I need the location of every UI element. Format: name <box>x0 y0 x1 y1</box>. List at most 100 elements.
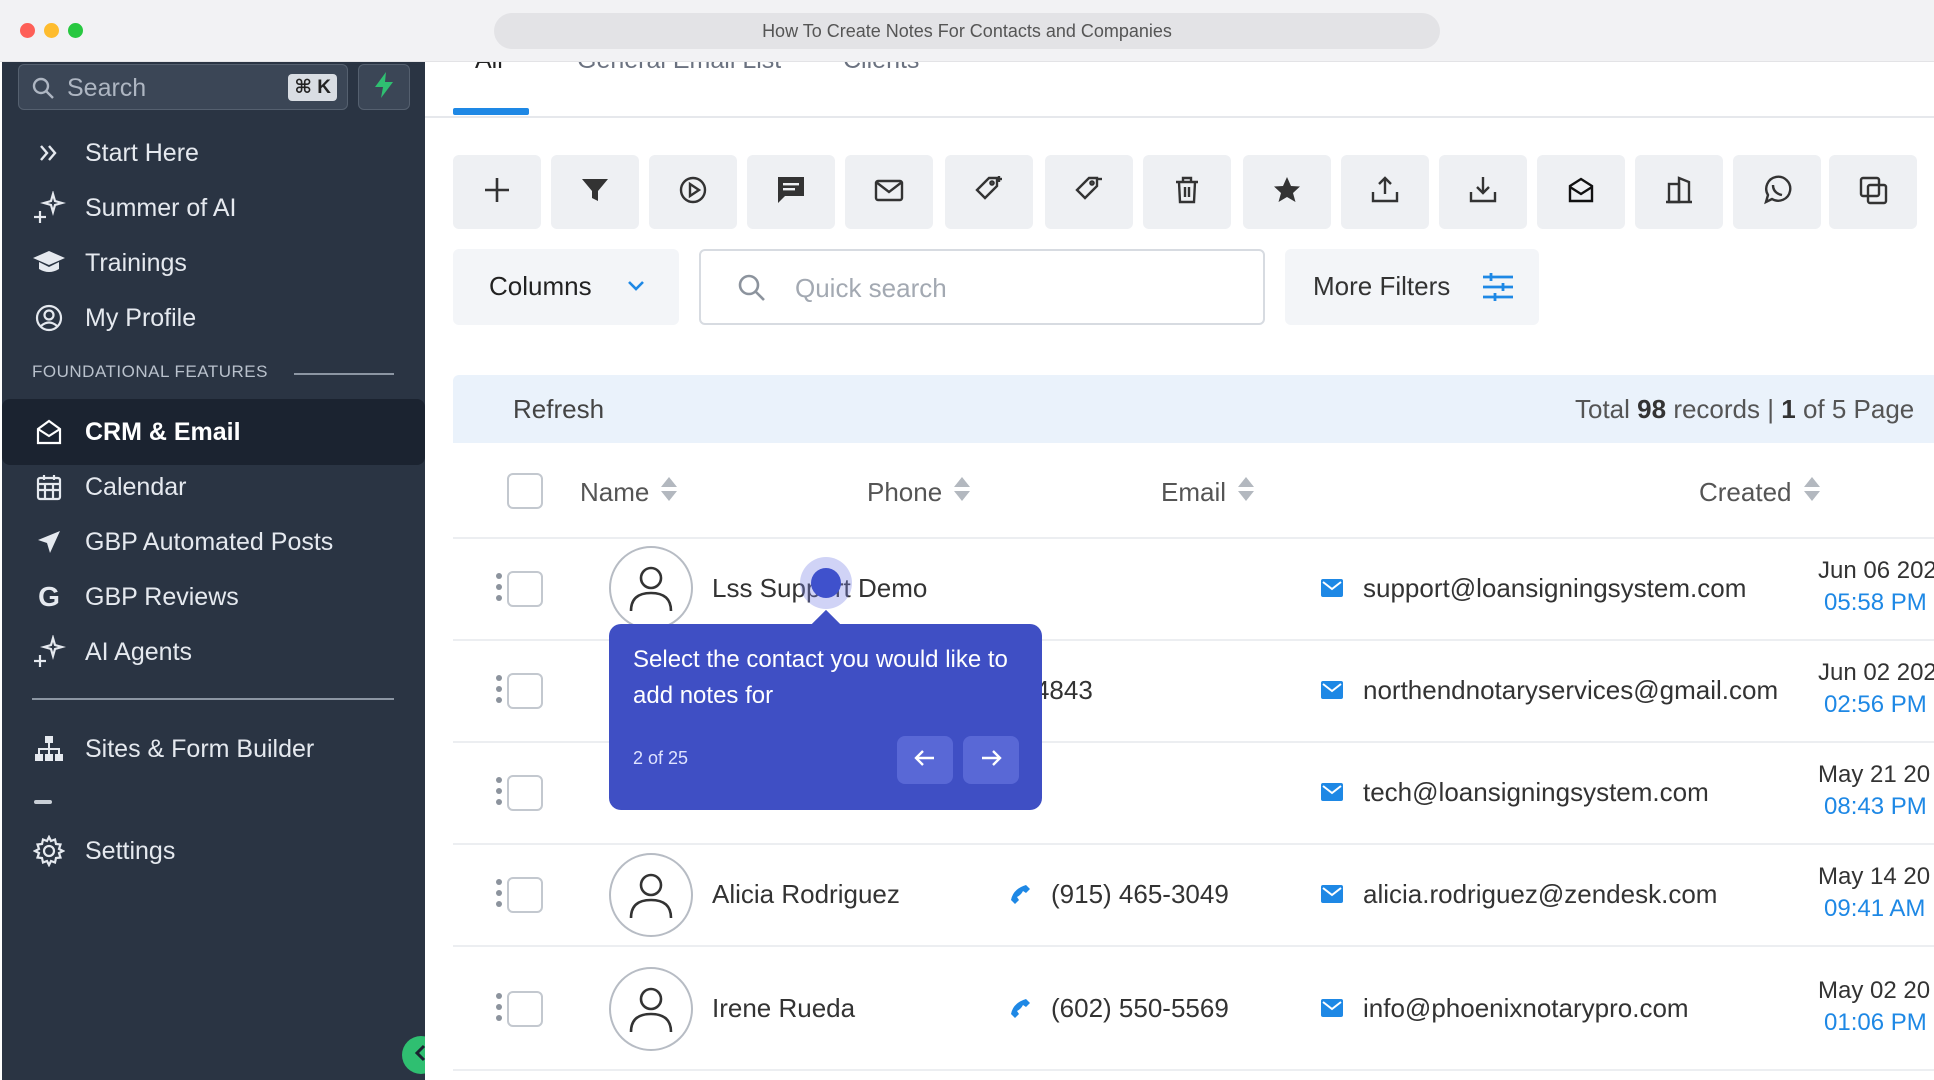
created-time: 05:58 PM <box>1824 589 1927 616</box>
sidebar: Search ⌘ K Start Here Summer of AI Train… <box>2 62 425 1080</box>
sitemap-icon <box>32 732 66 766</box>
delete-button[interactable] <box>1143 155 1231 229</box>
contact-email[interactable]: info@phoenixnotarypro.com <box>1363 993 1689 1024</box>
maximize-window-button[interactable] <box>68 23 83 38</box>
row-actions-menu[interactable] <box>495 777 503 810</box>
export-button[interactable] <box>1439 155 1527 229</box>
records-summary-bar: Refresh Total 98 records | 1 of 5 Page <box>453 375 1934 443</box>
contact-phone[interactable]: (915) 465-3049 <box>1051 879 1229 910</box>
filter-button[interactable] <box>551 155 639 229</box>
tag-minus-icon <box>1073 174 1105 211</box>
tag-plus-icon <box>973 174 1005 211</box>
row-actions-menu[interactable] <box>495 573 503 606</box>
close-window-button[interactable] <box>20 23 35 38</box>
company-button[interactable] <box>1635 155 1723 229</box>
tour-previous-button[interactable] <box>897 736 953 784</box>
more-filters-button[interactable]: More Filters <box>1285 249 1539 325</box>
tour-next-button[interactable] <box>963 736 1019 784</box>
total-count: 98 <box>1637 394 1667 424</box>
table-row[interactable]: Alicia Rodriguez (915) 465-3049 alicia.r… <box>453 845 1934 947</box>
row-checkbox[interactable] <box>507 991 543 1027</box>
play-circle-icon <box>677 174 709 211</box>
automation-button[interactable] <box>649 155 737 229</box>
columns-dropdown[interactable]: Columns <box>453 249 679 325</box>
column-label: Created <box>1699 477 1792 507</box>
mailbox-button[interactable] <box>1537 155 1625 229</box>
sidebar-search[interactable]: Search ⌘ K <box>18 64 348 110</box>
tab-bar: All General Email List Clients <box>425 62 1934 118</box>
row-checkbox[interactable] <box>507 673 543 709</box>
duplicate-button[interactable] <box>1829 155 1917 229</box>
mail-icon <box>873 174 905 211</box>
quick-actions-button[interactable] <box>358 64 410 110</box>
lightning-icon <box>373 71 395 103</box>
import-button[interactable] <box>1341 155 1429 229</box>
sidebar-item-my-profile[interactable]: My Profile <box>2 285 425 351</box>
contact-phone[interactable]: (602) 550-5569 <box>1051 993 1229 1024</box>
row-checkbox[interactable] <box>507 775 543 811</box>
add-tag-button[interactable] <box>945 155 1033 229</box>
contact-email[interactable]: tech@loansigningsystem.com <box>1363 777 1709 808</box>
page-suffix: of 5 Page <box>1802 394 1915 424</box>
arrow-right-icon <box>980 749 1002 772</box>
tour-step-counter: 2 of 25 <box>633 748 689 768</box>
phone-icon <box>1009 883 1031 910</box>
tour-hotspot[interactable] <box>811 568 841 598</box>
contact-email[interactable]: northendnotaryservices@gmail.com <box>1363 675 1778 706</box>
window-title: How To Create Notes For Contacts and Com… <box>494 13 1440 49</box>
window-titlebar: How To Create Notes For Contacts and Com… <box>0 0 1934 62</box>
refresh-button[interactable]: Refresh <box>513 394 604 425</box>
remove-tag-button[interactable] <box>1045 155 1133 229</box>
gear-icon <box>32 834 66 868</box>
column-header-created[interactable]: Created <box>1699 475 1822 510</box>
tab-all[interactable]: All <box>475 62 503 75</box>
sidebar-item-label: Calendar <box>85 472 187 501</box>
created-time: 08:43 PM <box>1824 793 1927 820</box>
sidebar-item-label: AI Agents <box>85 637 193 666</box>
whatsapp-icon <box>1761 174 1793 211</box>
sidebar-item-sites-form-builder[interactable]: Sites & Form Builder <box>2 716 425 782</box>
favorite-button[interactable] <box>1243 155 1331 229</box>
columns-label: Columns <box>489 271 592 301</box>
row-actions-menu[interactable] <box>495 993 503 1026</box>
row-actions-menu[interactable] <box>495 675 503 708</box>
download-icon <box>1467 174 1499 211</box>
email-button[interactable] <box>845 155 933 229</box>
column-label: Email <box>1161 477 1227 507</box>
row-checkbox[interactable] <box>507 877 543 913</box>
select-all-checkbox[interactable] <box>507 473 543 509</box>
sidebar-item-ai-agents[interactable]: AI Agents <box>2 619 425 685</box>
mail-icon <box>1321 579 1343 602</box>
quick-search-input[interactable]: Quick search <box>699 249 1265 325</box>
column-header-name[interactable]: Name <box>580 475 679 510</box>
avatar <box>609 853 693 937</box>
row-checkbox[interactable] <box>507 571 543 607</box>
row-actions-menu[interactable] <box>495 879 503 912</box>
column-header-email[interactable]: Email <box>1161 475 1256 510</box>
contact-email[interactable]: alicia.rodriguez@zendesk.com <box>1363 879 1717 910</box>
partial-icon <box>34 800 52 804</box>
sms-button[interactable] <box>747 155 835 229</box>
sort-icon <box>659 475 679 510</box>
mail-open-icon <box>32 415 66 449</box>
filter-icon <box>579 174 611 211</box>
contact-email[interactable]: support@loansigningsystem.com <box>1363 573 1746 604</box>
table-row[interactable]: Irene Rueda (602) 550-5569 info@phoenixn… <box>453 947 1934 1071</box>
minimize-window-button[interactable] <box>44 23 59 38</box>
tab-clients[interactable]: Clients <box>843 62 919 75</box>
sidebar-item-label: My Profile <box>85 303 197 332</box>
whatsapp-button[interactable] <box>1733 155 1821 229</box>
calendar-icon <box>32 470 66 504</box>
page-current: 1 <box>1781 394 1796 424</box>
contact-name[interactable]: Alicia Rodriguez <box>712 879 900 910</box>
tab-general-email-list[interactable]: General Email List <box>577 62 781 75</box>
sort-icon <box>952 475 972 510</box>
add-contact-button[interactable] <box>453 155 541 229</box>
contact-name[interactable]: Irene Rueda <box>712 993 855 1024</box>
sidebar-search-label: Search <box>67 74 147 102</box>
table-header: Name Phone Email Created <box>453 443 1934 539</box>
sidebar-item-settings[interactable]: Settings <box>2 818 425 884</box>
sidebar-divider <box>32 698 394 700</box>
sidebar-item-label: Summer of AI <box>85 193 237 222</box>
column-header-phone[interactable]: Phone <box>867 475 972 510</box>
